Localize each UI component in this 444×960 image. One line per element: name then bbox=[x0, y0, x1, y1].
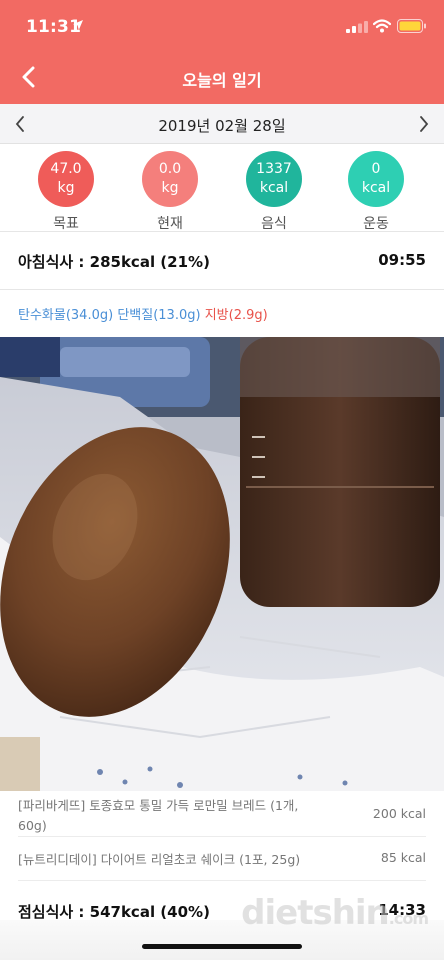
meal-photo[interactable] bbox=[0, 337, 444, 791]
carb-amount: 탄수화물(34.0g) bbox=[18, 308, 114, 323]
stat-circle: 1337 kcal bbox=[246, 151, 302, 207]
battery-icon bbox=[397, 19, 426, 33]
fat-amount: 지방(2.9g) bbox=[204, 308, 268, 323]
breakfast-food-list: [파리바게뜨] 토종효모 통밀 가득 로만밀 브레드 (1개, 60g) 200… bbox=[0, 791, 444, 881]
stat-value: 0 bbox=[371, 161, 381, 177]
page-title: 오늘의 일기 bbox=[182, 71, 262, 90]
stat-exercise-kcal[interactable]: 0 kcal 운동 bbox=[341, 151, 411, 233]
stat-label: 음식 bbox=[261, 216, 287, 232]
food-name: [뉴트리디데이] 다이어트 리얼초코 쉐이크 (1포, 25g) bbox=[18, 852, 301, 867]
stat-circle: 47.0 kg bbox=[38, 151, 94, 207]
stat-value: 0.0 bbox=[158, 161, 182, 177]
date-bar: 2019년 02월 28일 bbox=[0, 104, 444, 144]
stat-circle: 0.0 kg bbox=[142, 151, 198, 207]
stat-circle: 0 kcal bbox=[348, 151, 404, 207]
stat-label: 현재 bbox=[157, 216, 183, 232]
stat-value: 1337 bbox=[256, 161, 292, 177]
watermark-suffix: .com bbox=[388, 909, 429, 928]
current-date: 2019년 02월 28일 bbox=[158, 117, 286, 135]
stat-unit: kg bbox=[161, 180, 179, 196]
stat-current-weight[interactable]: 0.0 kg 현재 bbox=[135, 151, 205, 233]
next-date-button[interactable] bbox=[412, 112, 436, 136]
list-item[interactable]: [파리바게뜨] 토종효모 통밀 가득 로만밀 브레드 (1개, 60g) 200… bbox=[18, 791, 426, 837]
wifi-icon bbox=[373, 19, 391, 33]
food-kcal: 200 kcal bbox=[372, 806, 426, 821]
daily-stats: 47.0 kg 목표 0.0 kg 현재 1337 kcal 음식 0 kcal… bbox=[0, 144, 444, 232]
stat-unit: kcal bbox=[361, 180, 391, 196]
home-indicator[interactable] bbox=[142, 944, 302, 949]
meal-time: 09:55 bbox=[378, 251, 426, 269]
nav-bar: 오늘의 일기 bbox=[0, 50, 444, 104]
nutrient-summary: 탄수화물(34.0g) 단백질(13.0g) 지방(2.9g) bbox=[18, 304, 268, 323]
breakfast-header[interactable]: 아침식사 : 285kcal (21%) 09:55 bbox=[0, 232, 444, 290]
stat-unit: kg bbox=[57, 180, 75, 196]
stat-label: 운동 bbox=[363, 216, 389, 232]
meal-photo-image bbox=[0, 337, 444, 791]
watermark-main: dietshin bbox=[241, 893, 390, 933]
food-kcal: 85 kcal bbox=[380, 850, 426, 865]
stat-unit: kcal bbox=[259, 180, 289, 196]
meal-title: 아침식사 : 285kcal (21%) bbox=[18, 253, 210, 271]
stat-food-kcal[interactable]: 1337 kcal 음식 bbox=[239, 151, 309, 233]
stat-goal-weight[interactable]: 47.0 kg 목표 bbox=[31, 151, 101, 233]
food-name: [파리바게뜨] 토종효모 통밀 가득 로만밀 브레드 (1개, 60g) bbox=[18, 798, 299, 833]
meal-title: 점심식사 : 547kcal (40%) bbox=[18, 903, 210, 921]
watermark: dietshin.com bbox=[241, 893, 429, 933]
list-item[interactable]: [뉴트리디데이] 다이어트 리얼초코 쉐이크 (1포, 25g) 85 kcal bbox=[18, 837, 426, 881]
stat-label: 목표 bbox=[53, 216, 79, 232]
protein-amount: 단백질(13.0g) bbox=[117, 308, 201, 323]
chevron-right-icon bbox=[420, 116, 429, 132]
location-arrow-icon bbox=[73, 20, 83, 30]
signal-icon bbox=[346, 21, 368, 33]
status-bar: 11:31 bbox=[0, 0, 444, 50]
stat-value: 47.0 bbox=[50, 161, 82, 177]
